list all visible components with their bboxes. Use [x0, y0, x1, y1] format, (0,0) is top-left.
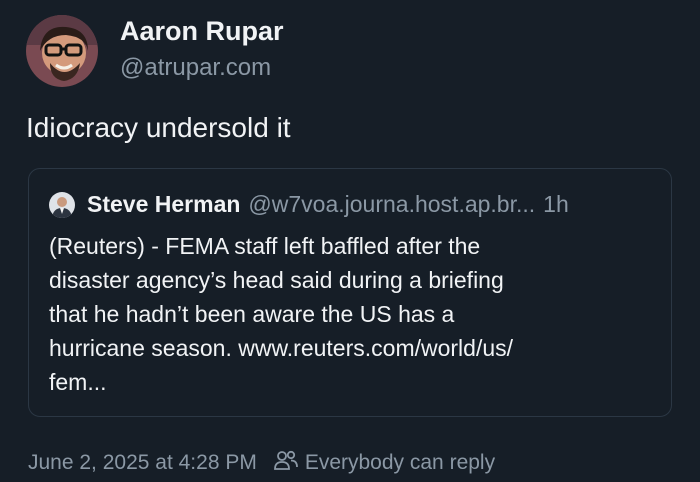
author-avatar[interactable]: [26, 15, 98, 87]
quoted-post-line: (Reuters) - FEMA staff left baffled afte…: [49, 233, 481, 259]
quoted-post-line: that he hadn’t been aware the US has a: [49, 301, 455, 327]
quoted-post-line: fem...: [49, 369, 107, 395]
people-icon: [273, 449, 305, 477]
quoted-author-name[interactable]: Steve Herman: [87, 191, 240, 218]
quoted-post-text: (Reuters) - FEMA staff left baffled afte…: [49, 229, 659, 399]
quoted-post-line: hurricane season. www.reuters.com/world/…: [49, 335, 514, 361]
post-date: June 2, 2025 at 4:28 PM: [28, 451, 257, 474]
post-footer: June 2, 2025 at 4:28 PM Everybody can re…: [28, 449, 495, 477]
quoted-post-line: disaster agency’s head said during a bri…: [49, 267, 504, 293]
quoted-author-handle[interactable]: @w7voa.journa.host.ap.br...: [248, 191, 535, 218]
author-handle[interactable]: @atrupar.com: [120, 54, 271, 82]
quoted-post-card[interactable]: Steve Herman @w7voa.journa.host.ap.br...…: [28, 168, 672, 417]
quoted-post-time: 1h: [543, 191, 569, 217]
author-name[interactable]: Aaron Rupar: [120, 16, 284, 47]
post-text: Idiocracy undersold it: [26, 112, 291, 143]
quoted-author-avatar[interactable]: [49, 191, 75, 218]
reply-setting[interactable]: Everybody can reply: [305, 451, 495, 475]
quoted-post-header: Steve Herman @w7voa.journa.host.ap.br...…: [49, 191, 569, 218]
